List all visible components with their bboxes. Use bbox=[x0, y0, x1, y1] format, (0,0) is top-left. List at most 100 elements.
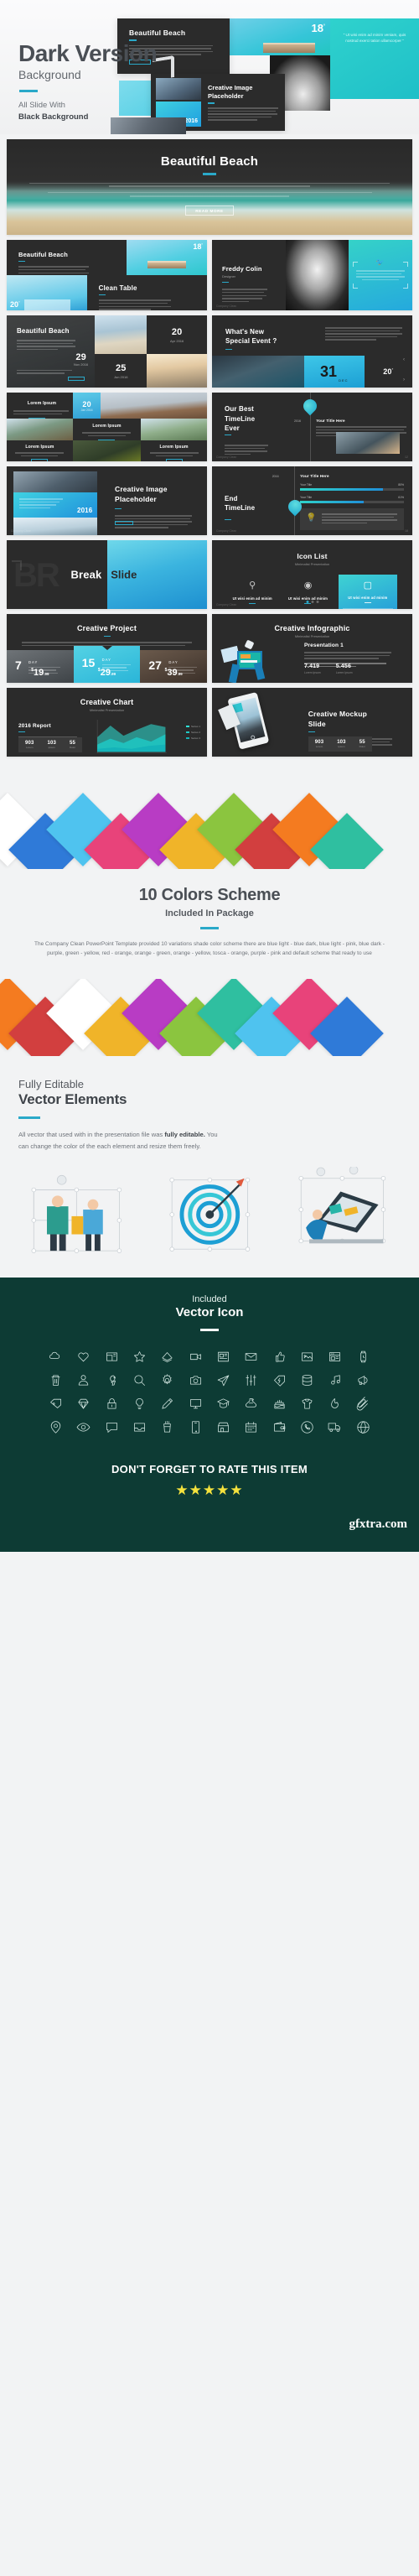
person-name: Freddy Colin bbox=[222, 265, 262, 273]
slide-photo-mountain bbox=[7, 419, 73, 441]
chevron-down-icon[interactable]: › bbox=[403, 377, 405, 382]
envelope-icon bbox=[237, 1350, 265, 1364]
slide-beautiful-beach-grid[interactable]: Beautiful Beach 18° 20° Clean Table bbox=[7, 240, 207, 310]
slide-title: Creative Mockup Slide bbox=[308, 710, 367, 728]
vector-illustration-laptop bbox=[279, 1165, 406, 1257]
date-badge: 20 Jan 2016 bbox=[72, 393, 101, 419]
slide-cta[interactable] bbox=[31, 459, 49, 461]
preview-row-2: Beautiful Beach 29 Nov 2016 20 Apr 2016 … bbox=[7, 315, 412, 388]
slide-previews: Beautiful Beach READ MORE Beautiful Beac… bbox=[0, 134, 419, 770]
slide-title: End TimeLine bbox=[225, 494, 256, 513]
colors-title: 10 Colors Scheme bbox=[138, 886, 281, 904]
slide-photo-man bbox=[101, 393, 207, 419]
slide-profile-quote[interactable]: Freddy Colin Designer Company Clean 🐦 bbox=[212, 240, 412, 310]
rate-call-to-action: DON'T FORGET TO RATE THIS ITEM bbox=[111, 1462, 308, 1475]
hero-slide-title: Beautiful Beach bbox=[129, 29, 186, 37]
diamond-icon bbox=[70, 1397, 97, 1411]
slide-icon-list[interactable]: Icon List Minimalist Presentation ⚲ Ut w… bbox=[212, 540, 412, 609]
graduation-cap-icon bbox=[210, 1397, 237, 1411]
item-title: Lorem Ipsum bbox=[92, 424, 122, 429]
monitor-icon: ▢ bbox=[363, 580, 373, 591]
key-icon bbox=[98, 1373, 126, 1387]
slide-cta[interactable] bbox=[115, 521, 134, 525]
slide-title: Beautiful Beach bbox=[160, 154, 259, 169]
slide-subtitle: Minimalist Presentation bbox=[294, 634, 330, 638]
slide-timeline-start[interactable]: Our Best TimeLine Ever 2016 Your Title H… bbox=[212, 393, 412, 461]
colors-description: The Company Clean PowerPoint Template pr… bbox=[34, 941, 385, 957]
slide-beach-dates[interactable]: Beautiful Beach 29 Nov 2016 20 Apr 2016 … bbox=[7, 315, 207, 388]
pricing-card: 27 DAY $39.99 bbox=[140, 649, 207, 683]
slide-title: Creative Project bbox=[77, 624, 137, 632]
gear-icon bbox=[153, 1373, 181, 1387]
preview-row-3: Lorem Ipsum 20 Jan 2016 Lorem Ipsum Lore… bbox=[7, 393, 412, 461]
slide-footer-brand: Company Clean bbox=[216, 304, 237, 308]
year-badge: 2016 bbox=[184, 118, 198, 124]
coffee-cup-icon bbox=[153, 1420, 181, 1434]
slide-page-number: 12 bbox=[405, 455, 408, 459]
color-swatches-bottom bbox=[0, 978, 419, 1056]
slide-footer-brand: Company Clean bbox=[216, 603, 237, 606]
slide-cta[interactable] bbox=[165, 459, 183, 461]
preview-row-1: Beautiful Beach 18° 20° Clean Table Fred… bbox=[7, 240, 412, 310]
slide-photo-city bbox=[13, 471, 98, 494]
page-title: Dark Version bbox=[18, 40, 158, 66]
item-title: Lorem Ipsum bbox=[159, 445, 189, 450]
pricing-card-featured: 15 DAY $29.99 bbox=[73, 645, 141, 683]
slide-secondary-title: Clean Table bbox=[98, 284, 137, 292]
slide-photo-table: 20° bbox=[7, 275, 87, 310]
slide-timeline-end[interactable]: 2016 Your Title Here Your Title 80% Your … bbox=[212, 466, 412, 535]
search-icon bbox=[126, 1373, 153, 1387]
calendar-icon bbox=[237, 1420, 265, 1434]
pencil-icon bbox=[153, 1397, 181, 1411]
page-subtitle: Background bbox=[18, 68, 81, 81]
preview-row-4: 2016 Creative Image Placeholder Company C… bbox=[7, 466, 412, 535]
accent-rule bbox=[200, 1328, 219, 1331]
star-rating: ★★★★★ bbox=[175, 1481, 244, 1498]
placeholder-paragraph bbox=[29, 182, 390, 197]
slide-footer-brand: Company Clean bbox=[216, 455, 237, 459]
template-preview-page: Dark Version Background All Slide With B… bbox=[0, 0, 419, 1552]
slide-title: Creative Chart bbox=[80, 698, 134, 706]
fire-icon bbox=[321, 1397, 349, 1411]
icon-list-item: ◉ Ut wisi enim ad minim bbox=[282, 580, 333, 609]
eye-photo bbox=[212, 356, 304, 388]
slide-cta[interactable] bbox=[68, 377, 85, 381]
slide-creative-project[interactable]: Creative Project 7 DAY $19.99 15 DAY $29… bbox=[7, 614, 207, 683]
read-more-button[interactable]: READ MORE bbox=[185, 205, 234, 216]
slide-special-event[interactable]: What's New Special Event ? 31 DEC 20° ‹ › bbox=[212, 315, 412, 388]
infographic-illustration bbox=[220, 639, 281, 683]
colors-subtitle: Included In Package bbox=[165, 908, 254, 919]
slide-creative-mockup[interactable]: Creative Mockup Slide 903 Lorem 103 Ipsum 5… bbox=[212, 688, 412, 757]
timeline-item-title: Your Title Here bbox=[316, 419, 345, 423]
carousel-dots[interactable] bbox=[306, 601, 318, 603]
vector-illustrations bbox=[0, 1159, 419, 1278]
map-pin-icon: ⚲ bbox=[249, 580, 256, 591]
layers-icon bbox=[153, 1350, 181, 1364]
timeline-year: 2016 bbox=[272, 475, 279, 478]
monitor-icon bbox=[182, 1397, 210, 1411]
slide-title: Creative Image Placeholder bbox=[208, 84, 253, 101]
timeline-item-title: Your Title Here bbox=[300, 474, 329, 478]
slide-beautiful-beach-hero[interactable]: Beautiful Beach READ MORE bbox=[7, 139, 412, 235]
slide-break[interactable]: BR Break Slide bbox=[7, 540, 207, 609]
slide-photo-beach bbox=[95, 315, 147, 355]
slide-photo bbox=[156, 78, 201, 100]
vector-eyebrow: Fully Editable bbox=[18, 1077, 85, 1090]
slide-creative-image-placeholder[interactable]: 2016 Creative Image Placeholder Company C… bbox=[7, 466, 207, 535]
slide-photo-sunset bbox=[147, 354, 207, 388]
slide-lorem-grid[interactable]: Lorem Ipsum 20 Jan 2016 Lorem Ipsum Lore… bbox=[7, 393, 207, 461]
slide-creative-chart[interactable]: Creative Chart Minimalist Presentation 2… bbox=[7, 688, 207, 757]
slide-footer-brand: Company Clean bbox=[216, 529, 237, 533]
inbox-icon bbox=[126, 1420, 153, 1434]
slide-title: Icon List bbox=[297, 552, 328, 560]
slide-creative-infographic[interactable]: Creative Infographic Minimalist Presenta… bbox=[212, 614, 412, 683]
date-card: 20 Apr 2016 bbox=[147, 315, 207, 355]
truck-icon bbox=[321, 1420, 349, 1434]
person-role: Designer bbox=[222, 274, 236, 278]
vector-elements-section: Fully Editable Vector Elements All vecto… bbox=[0, 1055, 419, 1160]
pricing-card: 7 DAY $19.99 bbox=[7, 649, 74, 683]
chevron-up-icon[interactable]: ‹ bbox=[403, 357, 405, 362]
accent-rule bbox=[18, 1116, 40, 1120]
year-badge: 2016 bbox=[76, 506, 93, 514]
vector-illustration-target bbox=[147, 1167, 273, 1257]
